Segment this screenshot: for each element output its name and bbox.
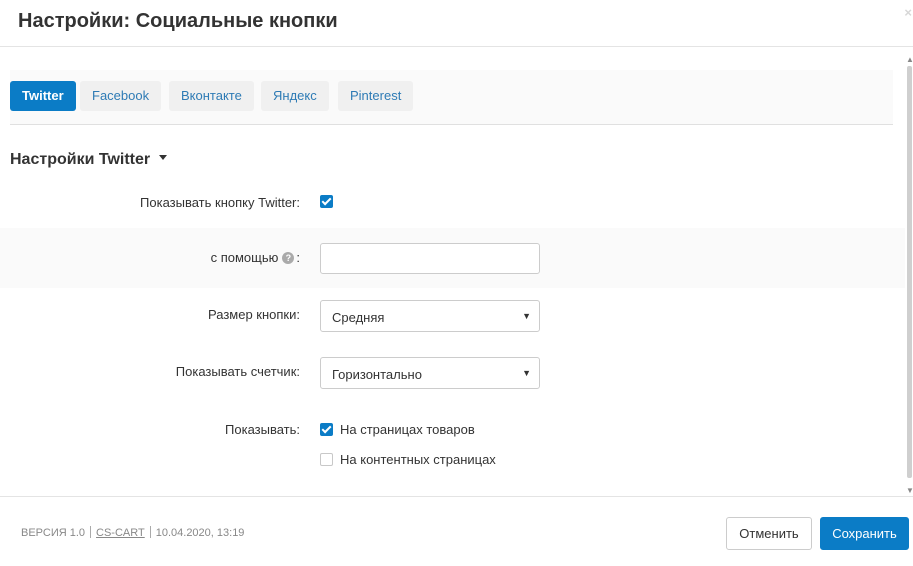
scroll-down-icon[interactable]: ▼ <box>906 487 913 495</box>
caret-down-icon <box>159 155 168 161</box>
cancel-button[interactable]: Отменить <box>726 517 812 550</box>
date-text: 10.04.2020, 13:19 <box>155 527 245 539</box>
dialog-title: Настройки: Социальные кнопки <box>18 10 338 32</box>
scrollbar[interactable]: ▲ ▼ <box>905 48 913 495</box>
button-size-label: Размер кнопки: <box>208 307 300 322</box>
tab-vkontakte[interactable]: Вконтакте <box>169 81 254 111</box>
divider <box>149 526 151 539</box>
content-pages-label[interactable]: На контентных страницах <box>340 452 496 467</box>
content-pages-checkbox[interactable] <box>320 453 333 466</box>
button-size-value: Средняя <box>332 310 385 325</box>
via-label: с помощью?: <box>211 250 300 265</box>
scroll-up-icon[interactable]: ▲ <box>906 56 913 64</box>
dropdown-arrow-icon: ▼ <box>522 311 531 321</box>
dropdown-arrow-icon: ▼ <box>522 368 531 378</box>
display-label: Показывать: <box>225 422 300 437</box>
dialog-header: Настройки: Социальные кнопки × <box>0 0 913 47</box>
via-input[interactable] <box>320 243 540 274</box>
scrollbar-thumb[interactable] <box>907 66 912 478</box>
via-label-colon: : <box>296 250 300 265</box>
tab-facebook[interactable]: Facebook <box>80 81 162 111</box>
show-counter-value: Горизонтально <box>332 367 422 382</box>
tab-pinterest[interactable]: Pinterest <box>338 81 414 111</box>
version-info: ВЕРСИЯ 1.0 CS-CART 10.04.2020, 13:19 <box>21 526 245 539</box>
divider <box>90 526 92 539</box>
section-title: Настройки Twitter <box>10 151 151 168</box>
close-icon[interactable]: × <box>904 6 912 19</box>
section-toggle[interactable]: Настройки Twitter <box>10 151 168 169</box>
button-size-select[interactable]: Средняя ▼ <box>320 300 540 332</box>
product-pages-label[interactable]: На страницах товаров <box>340 422 475 437</box>
product-pages-checkbox[interactable] <box>320 423 333 436</box>
show-counter-label: Показывать счетчик: <box>175 364 300 379</box>
show-button-checkbox[interactable] <box>320 195 333 208</box>
tab-twitter[interactable]: Twitter <box>10 81 76 111</box>
show-button-label: Показывать кнопку Twitter: <box>140 195 300 210</box>
save-button[interactable]: Сохранить <box>820 517 909 550</box>
tab-bar: Twitter Facebook Вконтакте Яндекс Pinter… <box>10 70 893 125</box>
version-text: ВЕРСИЯ 1.0 <box>21 527 86 539</box>
via-label-text: с помощью <box>210 250 279 265</box>
dialog-footer: ВЕРСИЯ 1.0 CS-CART 10.04.2020, 13:19 Отмен… <box>0 496 913 566</box>
help-icon[interactable]: ? <box>282 251 295 264</box>
show-counter-select[interactable]: Горизонтально ▼ <box>320 357 540 389</box>
vendor-link[interactable]: CS-CART <box>96 527 145 539</box>
tab-yandex[interactable]: Яндекс <box>261 81 329 111</box>
